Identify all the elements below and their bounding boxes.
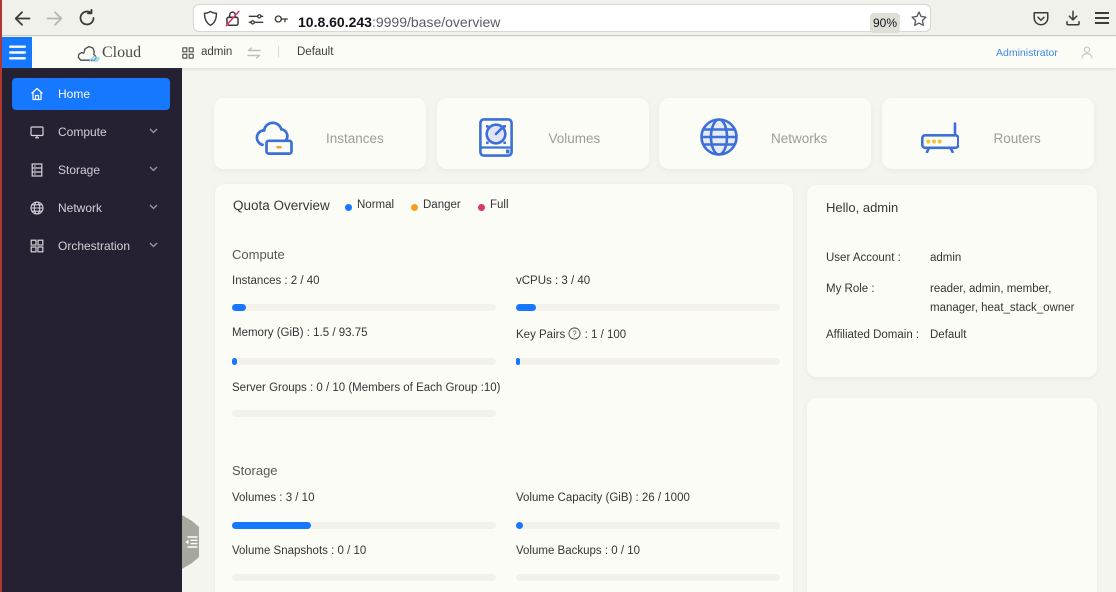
svg-text:?: ? (573, 329, 578, 338)
